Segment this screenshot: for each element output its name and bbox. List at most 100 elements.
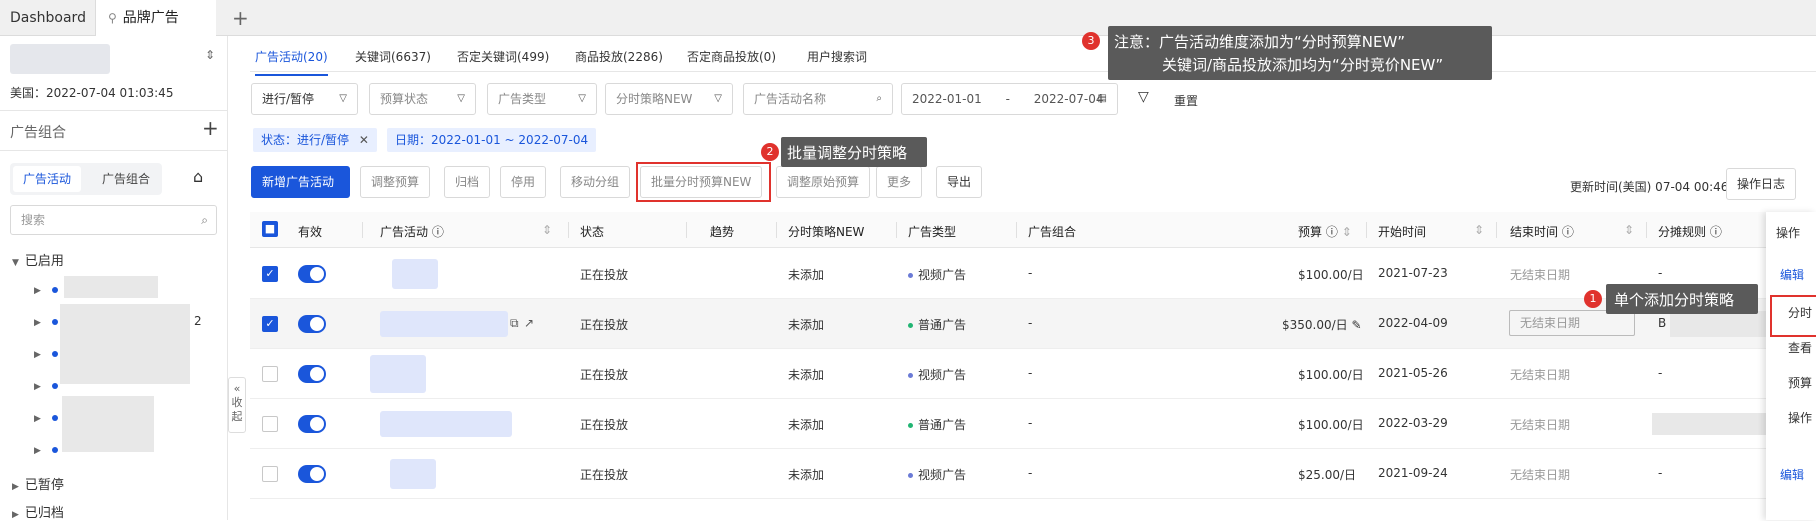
add-icon[interactable]: + <box>202 116 219 140</box>
col-rule[interactable]: 分摊规则 ⓘ <box>1658 223 1722 240</box>
help-icon[interactable]: ⓘ <box>432 225 444 239</box>
table-row[interactable]: ✓ 正在投放 未添加 视频广告 - $100.00/日 2021-07-23 无… <box>250 249 1816 299</box>
tree-caret[interactable]: ▶ <box>34 314 47 329</box>
adjust-original-budget-button[interactable]: 调整原始预算 <box>776 166 871 198</box>
search-icon[interactable]: ⌕ <box>876 84 882 114</box>
store-selector-blurred[interactable] <box>10 44 110 74</box>
row-checkbox[interactable]: ✓ <box>262 266 278 282</box>
strategy-filter[interactable]: 分时策略NEW ▽ <box>605 83 733 115</box>
status-filter[interactable]: 进行/暂停 ▽ <box>251 83 358 115</box>
tab-dashboard[interactable]: Dashboard <box>0 0 96 36</box>
valid-toggle[interactable] <box>298 315 326 333</box>
row-budget[interactable]: $350.00/日 ✎ <box>1282 316 1362 333</box>
table-row[interactable]: 正在投放 未添加 视频广告 - $100.00/日 2021-05-26 无结束… <box>250 349 1816 399</box>
sort-icon[interactable]: ⇕ <box>1474 223 1484 237</box>
tab-brand-ads[interactable]: ⚲ 品牌广告 <box>96 0 216 36</box>
edit-link[interactable]: 编辑 <box>1780 266 1804 283</box>
select-all-checkbox[interactable]: ■ <box>262 221 278 237</box>
row-checkbox[interactable] <box>262 416 278 432</box>
table-header: ■ 有效 广告活动 ⓘ ⇕ 状态 趋势 分时策略NEW 广告类型 广告组合 预算… <box>250 212 1816 248</box>
help-icon[interactable]: ⓘ <box>1562 225 1574 239</box>
move-group-button[interactable]: 移动分组 <box>560 166 631 198</box>
reset-button[interactable]: 重置 <box>1174 92 1198 109</box>
disable-button[interactable]: 停用 <box>500 166 547 198</box>
col-budget[interactable]: 预算 ⓘ ⇕ <box>1298 223 1352 240</box>
campaign-name-blurred[interactable] <box>370 355 426 393</box>
ad-type-filter[interactable]: 广告类型 ▽ <box>487 83 597 115</box>
tree-caret[interactable]: ▶ <box>34 282 47 297</box>
view-link[interactable]: 查看 <box>1788 339 1812 356</box>
help-icon[interactable]: ⓘ <box>1326 225 1338 239</box>
campaign-name-input[interactable]: 广告活动名称 ⌕ <box>743 83 893 115</box>
filter-icon[interactable]: ▽ <box>1138 89 1149 105</box>
tree-node-archived[interactable]: ▶ 已归档 <box>12 502 64 521</box>
search-icon[interactable]: ⌕ <box>201 206 208 234</box>
operation-log-button[interactable]: 操作日志 <box>1726 168 1797 200</box>
more-button[interactable]: 更多 <box>876 166 923 198</box>
calendar-icon[interactable]: ▤ <box>1098 84 1107 114</box>
sort-icon[interactable]: ⇕ <box>1624 223 1634 237</box>
tree-caret[interactable]: ▶ <box>34 346 47 361</box>
budget-status-filter[interactable]: 预算状态 ▽ <box>369 83 476 115</box>
campaign-name-blurred[interactable] <box>392 259 438 289</box>
row-checkbox[interactable] <box>262 466 278 482</box>
adjust-budget-button[interactable]: 调整预算 <box>360 166 431 198</box>
chevron-updown-icon[interactable]: ⇕ <box>205 48 215 62</box>
tab-negative-keywords[interactable]: 否定关键词(499) <box>457 48 549 65</box>
valid-toggle[interactable] <box>298 465 326 483</box>
table-row[interactable]: 正在投放 未添加 视频广告 - $25.00/日 2021-09-24 无结束日… <box>250 449 1816 499</box>
campaign-name-blurred[interactable] <box>380 411 512 437</box>
caret-right-icon[interactable]: ▶ <box>12 510 19 520</box>
archive-button[interactable]: 归档 <box>444 166 491 198</box>
col-valid: 有效 <box>298 225 323 239</box>
copy-icon[interactable]: ⧉ <box>510 316 519 331</box>
export-button[interactable]: 导出 <box>936 166 983 198</box>
pin-icon[interactable]: ⚲ <box>108 11 117 25</box>
caret-right-icon[interactable]: ▶ <box>12 482 19 492</box>
row-portfolio: - <box>1028 366 1033 380</box>
row-checkbox[interactable] <box>262 366 278 382</box>
tree-item-blurred[interactable] <box>60 304 190 384</box>
valid-toggle[interactable] <box>298 265 326 283</box>
home-icon[interactable]: ⌂ <box>193 167 203 186</box>
budget-link[interactable]: 预算 <box>1788 374 1812 391</box>
tree-item-blurred[interactable] <box>62 396 154 452</box>
tree-node-enabled[interactable]: ▼ 已启用 <box>12 250 64 269</box>
col-campaign[interactable]: 广告活动 ⓘ <box>380 223 444 240</box>
tree-caret[interactable]: ▶ <box>34 378 47 393</box>
date-range-picker[interactable]: 2022-01-01 - 2022-07-04 ▤ <box>901 83 1118 115</box>
tab-negative-product-targeting[interactable]: 否定商品投放(0) <box>687 48 776 65</box>
tab-keywords[interactable]: 关键词(6637) <box>355 48 431 65</box>
edit-link[interactable]: 编辑 <box>1780 466 1804 483</box>
campaign-name-blurred[interactable] <box>390 459 436 489</box>
valid-toggle[interactable] <box>298 415 326 433</box>
add-tab-icon[interactable]: + <box>232 0 249 36</box>
seg-campaign[interactable]: 广告活动 <box>13 166 82 192</box>
row-end: 无结束日期 <box>1510 268 1571 282</box>
table-row[interactable]: 正在投放 未添加 普通广告 - $100.00/日 2022-03-29 无结束… <box>250 399 1816 449</box>
col-end[interactable]: 结束时间 ⓘ <box>1510 223 1574 240</box>
tree-item-blurred[interactable] <box>64 276 158 298</box>
help-icon[interactable]: ⓘ <box>1710 225 1722 239</box>
collapse-sidebar-button[interactable]: «收起 <box>228 377 246 433</box>
new-campaign-button[interactable]: 新增广告活动 <box>251 166 350 198</box>
campaign-name-blurred[interactable] <box>380 311 508 337</box>
valid-toggle[interactable] <box>298 365 326 383</box>
tab-campaigns[interactable]: 广告活动(20) <box>255 48 328 76</box>
tree-caret[interactable]: ▶ <box>34 442 47 457</box>
edit-icon[interactable]: ✎ <box>1352 318 1362 332</box>
sort-icon[interactable]: ⇕ <box>1342 225 1352 239</box>
close-icon[interactable]: ✕ <box>359 133 369 147</box>
table-row[interactable]: ✓ ⧉ ↗ 正在投放 未添加 普通广告 - $350.00/日 ✎ 2022-0… <box>250 299 1816 349</box>
external-link-icon[interactable]: ↗ <box>524 316 534 330</box>
tab-search-terms[interactable]: 用户搜索词 <box>807 48 867 65</box>
caret-down-icon[interactable]: ▼ <box>12 258 19 268</box>
operation-link[interactable]: 操作 <box>1788 409 1812 426</box>
tree-node-paused[interactable]: ▶ 已暂停 <box>12 474 64 493</box>
search-input[interactable]: 搜索 ⌕ <box>10 205 217 235</box>
row-checkbox[interactable]: ✓ <box>262 316 278 332</box>
sort-icon[interactable]: ⇕ <box>542 223 552 237</box>
seg-portfolio[interactable]: 广告组合 <box>92 166 160 192</box>
tree-caret[interactable]: ▶ <box>34 410 47 425</box>
tab-product-targeting[interactable]: 商品投放(2286) <box>575 48 663 65</box>
